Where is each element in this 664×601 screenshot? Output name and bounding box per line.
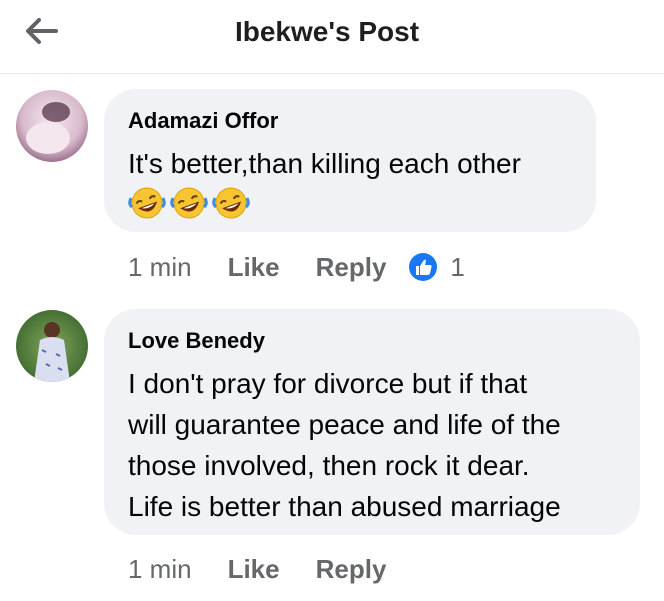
reply-button[interactable]: Reply: [316, 252, 387, 283]
laughing-emoji-icon: [128, 187, 166, 219]
laughing-emoji-icon: [212, 187, 250, 219]
avatar[interactable]: [16, 90, 88, 162]
emoji-row: [128, 186, 572, 220]
comment-time: 1 min: [128, 553, 192, 584]
laughing-emoji-icon: [170, 187, 208, 219]
post-header: Ibekwe's Post: [0, 0, 664, 74]
reply-button[interactable]: Reply: [316, 554, 387, 585]
like-button[interactable]: Like: [228, 252, 280, 283]
comment-time: 1 min: [128, 251, 192, 282]
page-title: Ibekwe's Post: [234, 16, 420, 47]
comment-text: I don't pray for divorce but if that wil…: [128, 363, 616, 527]
comment-bubble: Adamazi Offor It's better,than killing e…: [104, 89, 596, 232]
reaction-count: 1: [450, 251, 465, 282]
like-reaction-icon: [409, 253, 438, 281]
comment-actions: 1 min Like Reply: [128, 551, 422, 587]
comment-author[interactable]: Adamazi Offor: [128, 107, 572, 135]
comment-text-line: I don't pray for divorce but if that: [128, 368, 528, 399]
comment-author[interactable]: Love Benedy: [128, 327, 616, 355]
comment-text-line: those involved, then rock it dear.: [128, 450, 530, 481]
comment-text-line: will guarantee peace and life of the: [128, 409, 561, 440]
avatar-image: [16, 90, 88, 162]
avatar[interactable]: [16, 310, 88, 382]
comment-text-line: Life is better than abused marriage: [128, 491, 561, 522]
reaction-summary[interactable]: 1: [408, 251, 465, 283]
avatar-image: [16, 310, 88, 382]
comment-bubble: Love Benedy I don't pray for divorce but…: [104, 309, 640, 535]
comment-text: It's better,than killing each other: [128, 148, 521, 179]
comment-actions: 1 min Like Reply 1: [128, 249, 465, 285]
like-button[interactable]: Like: [228, 554, 280, 585]
